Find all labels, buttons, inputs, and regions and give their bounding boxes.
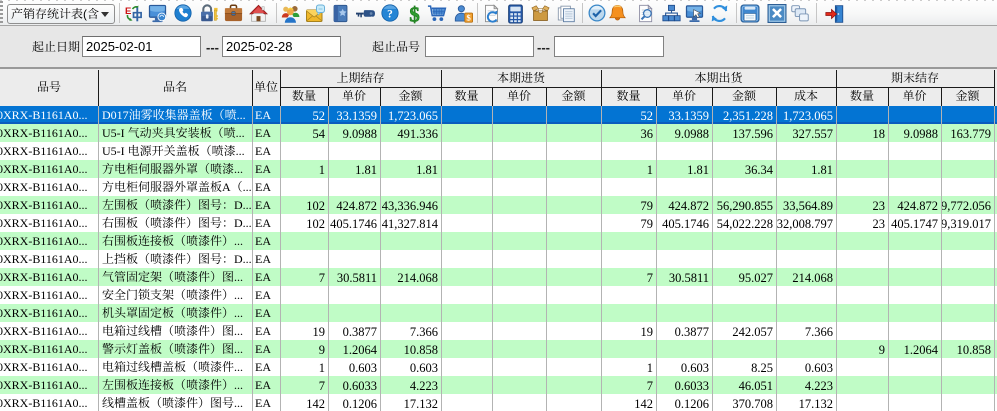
svg-text:$: $ [467, 12, 472, 22]
svg-text:?: ? [387, 9, 393, 21]
svg-text:$: $ [409, 4, 419, 25]
